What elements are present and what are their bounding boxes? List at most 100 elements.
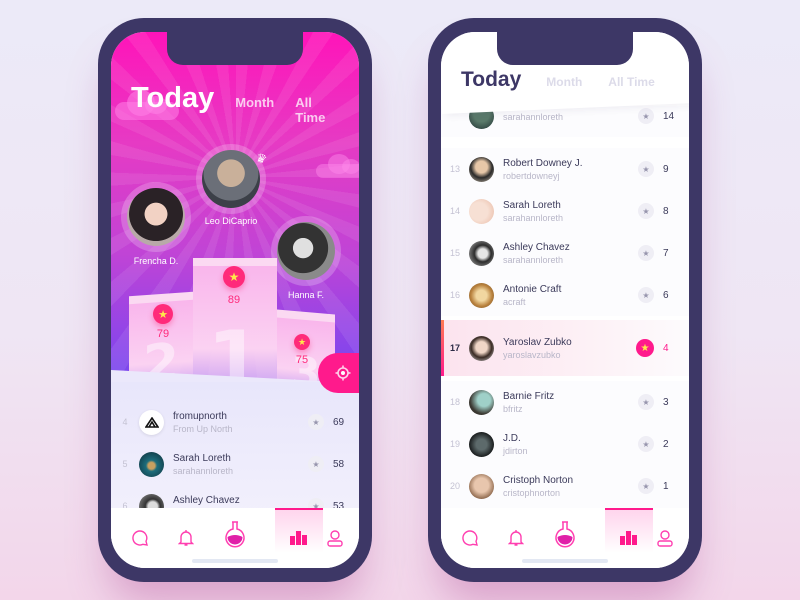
tab-lab[interactable]	[223, 521, 247, 548]
user-handle: bfritz	[503, 403, 523, 414]
leaderboard-icon	[620, 531, 637, 545]
user-info: Cristoph Norton cristophnorton	[503, 475, 638, 498]
avatar	[277, 222, 335, 280]
cloud-decoration	[316, 154, 359, 178]
tab-chat[interactable]	[128, 526, 152, 550]
list-item-current-user[interactable]: 17 Yaroslav Zubko yaroslavzubko ★ 4	[441, 320, 689, 376]
chat-bubble-icon	[132, 530, 148, 546]
star-icon: ★	[638, 161, 654, 177]
podium-first-score: 89	[227, 294, 241, 306]
rank: 16	[449, 290, 460, 300]
tab-month[interactable]: Month	[235, 95, 274, 110]
points: 69	[333, 416, 345, 428]
list-item[interactable]: 13 Robert Downey J. robertdowneyj ★ 9	[441, 148, 689, 190]
podium-first-avatar[interactable]	[196, 144, 266, 214]
crosshair-icon	[335, 365, 351, 381]
tab-today[interactable]: Today	[461, 68, 521, 92]
tab-leaderboard[interactable]	[287, 526, 311, 550]
mountain-logo-icon	[144, 416, 159, 428]
star-icon: ★	[638, 478, 654, 494]
points: 8	[663, 205, 669, 217]
user-info: Robert Downey J. robertdowneyj	[503, 158, 638, 181]
tab-lab[interactable]	[553, 521, 577, 548]
user-name: Sarah Loreth	[173, 452, 231, 464]
tab-all-time[interactable]: All Time	[608, 75, 654, 89]
period-tabs: Today Month All Time	[461, 68, 681, 92]
leaderboard-icon	[290, 531, 307, 545]
bell-icon	[508, 530, 524, 546]
tab-month[interactable]: Month	[546, 75, 582, 89]
podium-second-avatar[interactable]	[121, 182, 191, 252]
avatar	[469, 282, 494, 308]
tab-all-time[interactable]: All Time	[295, 95, 338, 125]
avatar	[202, 150, 260, 208]
avatar	[469, 335, 494, 361]
user-name: Ashley Chavez	[503, 241, 570, 253]
list-item[interactable]: 16 Antonie Craft acraft ★ 6	[441, 274, 689, 316]
tab-profile[interactable]	[323, 526, 347, 550]
rank: 4	[122, 417, 128, 427]
tab-leaderboard[interactable]	[617, 526, 641, 550]
home-indicator[interactable]	[522, 559, 608, 563]
star-icon: ★	[223, 266, 245, 288]
podium-hero: Today Month All Time ♛ Leo DiCaprio Fren…	[111, 32, 359, 402]
user-info: Barnie Fritz bfritz	[503, 391, 638, 414]
user-info: Yaroslav Zubko yaroslavzubko	[503, 337, 636, 360]
rank: 5	[122, 459, 128, 469]
period-tabs: Today Month All Time	[131, 82, 359, 125]
profile-icon	[327, 530, 343, 547]
tab-notifications[interactable]	[504, 526, 528, 550]
flask-icon	[555, 521, 575, 548]
tab-chat[interactable]	[458, 526, 482, 550]
star-icon: ★	[636, 339, 654, 357]
current-user-indicator	[441, 320, 444, 376]
list-item[interactable]: 18 Barnie Fritz bfritz ★ 3	[441, 381, 689, 423]
list-item[interactable]: 4 fromupnorth From Up North ★ 69	[111, 401, 359, 443]
points: 4	[663, 342, 669, 354]
notch	[167, 32, 303, 65]
star-icon: ★	[638, 108, 654, 124]
avatar	[469, 156, 494, 182]
user-info: sarahannloreth	[503, 110, 638, 122]
rank: 13	[449, 164, 460, 174]
podium-second-score: 79	[156, 328, 170, 340]
rank: 18	[449, 397, 460, 407]
podium-first-name: Leo DiCaprio	[204, 216, 258, 226]
list-item[interactable]: 19 J.D. jdirton ★ 2	[441, 423, 689, 465]
user-handle: jdirton	[503, 445, 528, 456]
user-name: J.D.	[503, 432, 521, 444]
list-item[interactable]: 15 Ashley Chavez sarahannloreth ★ 7	[441, 232, 689, 274]
user-handle: From Up North	[173, 423, 233, 434]
user-handle: robertdowneyj	[503, 170, 560, 181]
list-item[interactable]: 5 Sarah Loreth sarahannloreth ★ 58	[111, 443, 359, 485]
points: 14	[663, 110, 675, 122]
list-item[interactable]: 20 Cristoph Norton cristophnorton ★ 1	[441, 465, 689, 507]
user-name: Robert Downey J.	[503, 157, 583, 169]
active-tab-indicator	[605, 508, 653, 510]
tab-notifications[interactable]	[174, 526, 198, 550]
home-indicator[interactable]	[192, 559, 278, 563]
locate-me-button[interactable]	[318, 353, 359, 393]
rank: 14	[449, 206, 460, 216]
phone-leaderboard-list: Today Month All Time sarahannloreth ★ 14 13…	[428, 18, 702, 582]
user-name: Ashley Chavez	[173, 494, 240, 506]
profile-icon	[657, 530, 673, 547]
podium-third-avatar[interactable]	[271, 216, 341, 286]
points: 58	[333, 458, 345, 470]
list-item[interactable]: 14 Sarah Loreth sarahannloreth ★ 8	[441, 190, 689, 232]
user-handle: cristophnorton	[503, 487, 561, 498]
avatar	[469, 389, 494, 415]
tab-profile[interactable]	[653, 526, 677, 550]
bottom-tab-bar	[111, 508, 359, 568]
points: 3	[663, 396, 669, 408]
star-icon: ★	[638, 287, 654, 303]
user-name: Barnie Fritz	[503, 390, 555, 402]
points: 1	[663, 480, 669, 492]
screen-list: Today Month All Time sarahannloreth ★ 14 13…	[441, 32, 689, 568]
podium-second-name: Frencha D.	[133, 256, 179, 266]
active-tab-indicator	[275, 508, 323, 510]
rank: 20	[449, 481, 460, 491]
phone-leaderboard-podium: Today Month All Time ♛ Leo DiCaprio Fren…	[98, 18, 372, 582]
bell-icon	[178, 530, 194, 546]
tab-today[interactable]: Today	[131, 82, 214, 115]
